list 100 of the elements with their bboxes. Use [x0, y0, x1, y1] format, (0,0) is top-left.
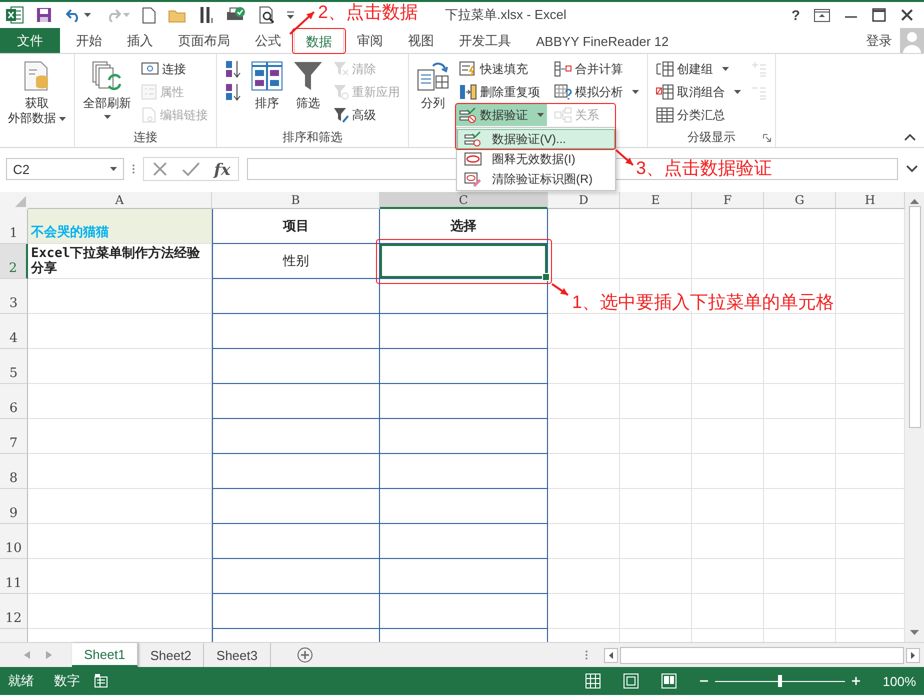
name-box[interactable]: C2: [6, 158, 124, 180]
macro-record-icon[interactable]: [94, 674, 108, 688]
reapply-filter-icon: [333, 84, 349, 100]
empty-cell: [548, 419, 620, 454]
ribbon-button[interactable]: 筛选: [290, 58, 326, 113]
ribbon-button[interactable]: 删除重复项: [456, 81, 547, 103]
add-sheet-icon[interactable]: [296, 647, 313, 663]
menu-item[interactable]: 清除验证标识圈(R): [457, 169, 615, 189]
row-header[interactable]: 10: [0, 524, 28, 559]
row-header[interactable]: 12: [0, 594, 28, 629]
ribbon-button[interactable]: 创建组: [653, 58, 744, 80]
column-header[interactable]: D: [548, 192, 620, 209]
ribbon-button[interactable]: 分类汇总: [653, 104, 744, 126]
page-break-preview-icon[interactable]: [660, 673, 677, 689]
insert-function-button[interactable]: fx: [214, 160, 230, 178]
dialog-launcher-icon[interactable]: [763, 134, 771, 142]
ribbon-tab[interactable]: 开始: [64, 28, 114, 53]
row-header[interactable]: 5: [0, 349, 28, 384]
scroll-right-icon[interactable]: [906, 648, 920, 662]
connection-icon: [141, 61, 159, 77]
customize-toolbar-icon[interactable]: [286, 11, 295, 19]
ribbon-tab[interactable]: 开发工具: [447, 28, 523, 53]
empty-cell: [620, 559, 692, 594]
annotation-text: 2、点击数据: [318, 3, 418, 21]
ribbon-tab[interactable]: ABBYY FineReader 12: [524, 28, 681, 53]
expand-formula-bar-icon[interactable]: [906, 165, 918, 173]
ribbon-button[interactable]: 模拟分析: [551, 81, 642, 103]
ribbon-button[interactable]: 高级: [330, 104, 403, 126]
ribbon-tab[interactable]: 视图: [396, 28, 446, 53]
scroll-up-icon[interactable]: [910, 198, 919, 204]
row-header[interactable]: 3: [0, 279, 28, 314]
row-header[interactable]: 4: [0, 314, 28, 349]
status-text: 就绪: [8, 672, 34, 690]
horizontal-scrollbar[interactable]: [620, 646, 904, 664]
ribbon-tab[interactable]: 插入: [115, 28, 165, 53]
remove-duplicates-icon: [459, 84, 477, 100]
sort-icon: [251, 60, 283, 92]
new-document-icon[interactable]: [142, 6, 156, 24]
column-header[interactable]: G: [764, 192, 836, 209]
enter-icon[interactable]: [182, 161, 200, 177]
empty-cell: [692, 244, 764, 279]
file-tab[interactable]: 文件: [0, 28, 60, 53]
cancel-icon[interactable]: [152, 161, 168, 177]
normal-view-icon[interactable]: [584, 673, 601, 689]
slider-thumb[interactable]: [778, 675, 782, 687]
sheet-tab[interactable]: Sheet1: [72, 643, 138, 667]
collapse-ribbon-icon[interactable]: [904, 133, 916, 141]
column-header[interactable]: C: [380, 192, 548, 209]
ribbon-button[interactable]: 数据验证: [456, 104, 547, 126]
vertical-scrollbar[interactable]: [905, 192, 924, 642]
empty-cell: [548, 524, 620, 559]
zoom-in-icon[interactable]: [850, 676, 861, 686]
empty-cell: [548, 559, 620, 594]
save-icon[interactable]: [36, 7, 52, 23]
ribbon-button[interactable]: 连接: [138, 58, 211, 80]
caret-icon: [110, 167, 117, 171]
row-header[interactable]: 11: [0, 559, 28, 594]
ribbon-display-icon[interactable]: [814, 8, 830, 22]
menu-item[interactable]: 圈释无效数据(I): [457, 149, 615, 169]
empty-cell: [620, 244, 692, 279]
fill-handle[interactable]: [542, 273, 550, 281]
ribbon-button[interactable]: 获取 外部数据: [5, 58, 69, 128]
close-icon[interactable]: [900, 8, 914, 22]
column-header[interactable]: B: [212, 192, 380, 209]
menu-item[interactable]: 数据验证(V)...: [457, 129, 615, 149]
empty-cell: [764, 209, 836, 244]
page-layout-icon[interactable]: [622, 673, 639, 689]
ribbon-tab[interactable]: 数据: [294, 28, 344, 54]
ribbon-button[interactable]: 快速填充: [456, 58, 547, 80]
scroll-thumb[interactable]: [908, 206, 920, 428]
ribbon-tab[interactable]: 公式: [243, 28, 293, 53]
row-header[interactable]: 1: [0, 209, 28, 244]
tools-icon[interactable]: [198, 6, 214, 24]
row-header[interactable]: 8: [0, 454, 28, 489]
column-header[interactable]: F: [692, 192, 764, 209]
maximize-icon[interactable]: [872, 8, 886, 22]
ribbon-button[interactable]: 全部刷新: [80, 58, 134, 121]
empty-cell: [764, 454, 836, 489]
scroll-left-icon[interactable]: [604, 648, 618, 662]
row-header[interactable]: 2: [0, 244, 28, 279]
ribbon-button[interactable]: 排序: [248, 58, 286, 113]
row-header[interactable]: 6: [0, 384, 28, 419]
excel-logo-icon[interactable]: [6, 6, 24, 24]
row-header[interactable]: 7: [0, 419, 28, 454]
empty-cell: [620, 349, 692, 384]
empty-cell: [548, 489, 620, 524]
ribbon-button[interactable]: 合并计算: [551, 58, 642, 80]
row-header[interactable]: 9: [0, 489, 28, 524]
print-preview-icon[interactable]: [258, 6, 276, 24]
empty-cell: [764, 524, 836, 559]
help-button[interactable]: ?: [791, 7, 800, 23]
ribbon-tab[interactable]: 页面布局: [166, 28, 242, 53]
ribbon-button[interactable]: 取消组合: [653, 81, 744, 103]
scroll-down-icon[interactable]: [910, 630, 919, 636]
sign-in-link[interactable]: 登录: [866, 32, 892, 50]
zoom-level[interactable]: 100%: [882, 674, 916, 688]
ribbon-button[interactable]: 分列: [414, 58, 452, 113]
column-header[interactable]: E: [620, 192, 692, 209]
empty-cell: [620, 454, 692, 489]
ribbon-tab[interactable]: 审阅: [345, 28, 395, 53]
